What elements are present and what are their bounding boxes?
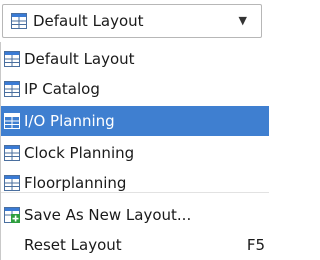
menu-separator	[1, 192, 269, 193]
blank-icon-slot	[4, 237, 20, 253]
menu-item-default-layout[interactable]: Default Layout	[1, 44, 269, 74]
chevron-down-icon[interactable]: ▼	[239, 14, 247, 27]
layout-icon	[4, 145, 20, 161]
menu-item-save-as-new-layout[interactable]: Save As New Layout...	[1, 200, 269, 230]
menu-item-label: Reset Layout	[24, 236, 122, 254]
save-layout-icon	[4, 207, 20, 223]
menu-item-label: IP Catalog	[24, 80, 100, 98]
menu-item-reset-layout[interactable]: Reset Layout F5	[1, 230, 269, 260]
layout-icon	[11, 13, 27, 29]
shortcut-label: F5	[246, 236, 265, 254]
layout-dropdown[interactable]: Default Layout ▼	[2, 4, 262, 38]
layout-icon	[4, 175, 20, 191]
menu-item-floorplanning[interactable]: Floorplanning	[1, 168, 269, 198]
menu-item-clock-planning[interactable]: Clock Planning	[1, 138, 269, 168]
menu-item-ip-catalog[interactable]: IP Catalog	[1, 74, 269, 104]
dropdown-selected-label: Default Layout	[33, 12, 144, 30]
menu-item-label: Default Layout	[24, 50, 135, 68]
layout-icon	[4, 113, 20, 129]
menu-item-label: I/O Planning	[24, 112, 115, 130]
menu-item-label: Floorplanning	[24, 174, 127, 192]
menu-item-label: Save As New Layout...	[24, 206, 192, 224]
menu-item-label: Clock Planning	[24, 144, 135, 162]
layout-menu: Default Layout IP Catalog I/O Planning C…	[0, 42, 269, 260]
menu-item-io-planning[interactable]: I/O Planning	[1, 106, 269, 136]
layout-icon	[4, 81, 20, 97]
layout-icon	[4, 51, 20, 67]
